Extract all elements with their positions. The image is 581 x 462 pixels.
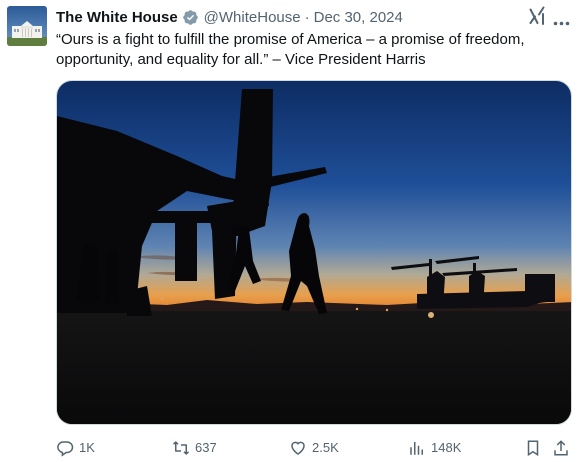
bookmark-button[interactable] <box>524 437 547 459</box>
grok-icon[interactable] <box>528 6 546 25</box>
tweet-header: The White House @WhiteHouse · Dec 30, 20… <box>56 7 403 27</box>
display-name[interactable]: The White House <box>56 9 178 26</box>
views-icon <box>410 442 423 455</box>
separator-dot: · <box>304 8 310 26</box>
repost-count: 637 <box>195 440 217 455</box>
repost-icon <box>172 441 190 455</box>
reply-count: 1K <box>79 440 95 455</box>
avatar[interactable] <box>7 6 47 46</box>
views-button[interactable]: 148K <box>408 437 461 459</box>
like-button[interactable]: 2.5K <box>289 437 339 459</box>
like-icon <box>291 441 305 455</box>
more-options-icon[interactable] <box>553 13 570 26</box>
action-bar: 1K 637 2.5K 148K <box>56 437 572 459</box>
repost-button[interactable]: 637 <box>172 437 217 459</box>
view-count: 148K <box>431 440 462 455</box>
verified-badge-icon[interactable] <box>182 9 199 26</box>
tweet-date[interactable]: Dec 30, 2024 <box>314 9 403 26</box>
tweet-card[interactable]: The White House @WhiteHouse · Dec 30, 20… <box>0 0 581 462</box>
tweet-text: “Ours is a fight to fulfill the promise … <box>56 31 525 68</box>
like-count: 2.5K <box>312 440 339 455</box>
tweet-photo[interactable] <box>56 80 572 425</box>
reply-icon <box>57 441 74 457</box>
bookmark-icon <box>527 440 539 457</box>
share-icon <box>554 440 568 456</box>
share-button[interactable] <box>552 437 575 459</box>
reply-button[interactable]: 1K <box>56 437 95 459</box>
user-handle[interactable]: @WhiteHouse <box>204 9 301 26</box>
